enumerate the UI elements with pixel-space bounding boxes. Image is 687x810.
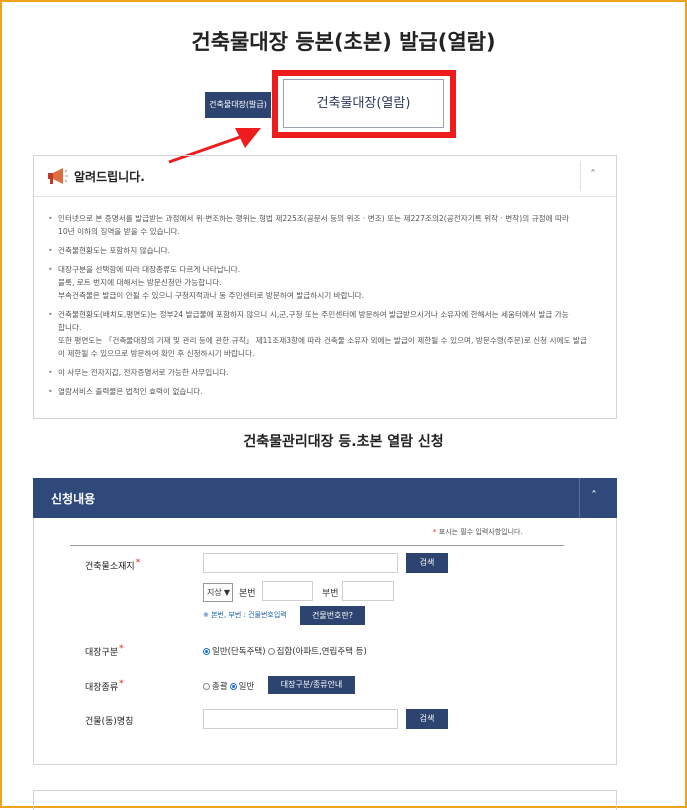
building-no-info-button[interactable]: 건물번호란? <box>300 606 365 625</box>
chevron-up-icon[interactable]: ˆ <box>590 168 596 182</box>
notice-text: 인터넷으로 본 증명서를 발급받는 과정에서 위·변조하는 행위는 형법 제22… <box>58 214 569 223</box>
page-title: 건축물대장 등본(초본) 발급(열람) <box>191 30 496 54</box>
notice-text: 10년 이하의 징역을 받을 수 있습니다. <box>58 227 180 236</box>
notice-text: 합니다. <box>58 323 82 332</box>
list-item: 열람서비스 출력물은 법적인 효력이 없습니다. <box>48 385 604 398</box>
notice-text: 이 사무는 전자지갑, 전자증명서로 가능한 사무입니다. <box>58 368 229 377</box>
radio-checked-icon <box>203 647 210 655</box>
register-kind-label: 대장종류* <box>85 679 124 693</box>
radio-unchecked-icon <box>203 682 210 690</box>
address-label: 건축물소재지* <box>85 558 141 572</box>
tab-issue[interactable]: 건축물대장(발급) <box>205 92 271 118</box>
next-section-box <box>33 790 617 810</box>
required-star: * <box>119 644 124 654</box>
panel-header[interactable]: 신청내용 ˆ <box>33 478 617 518</box>
address-input[interactable] <box>203 553 398 573</box>
notice-text: 건축물현황도(배치도,평면도)는 정부24 발급물에 포함하지 않으니 시,군,… <box>58 310 569 319</box>
notice-list: 인터넷으로 본 증명서를 발급받는 과정에서 위·변조하는 행위는 형법 제22… <box>48 212 604 404</box>
form-divider <box>70 545 564 546</box>
required-star: * <box>135 558 141 568</box>
radio-total[interactable]: 총괄 <box>203 680 228 692</box>
radio-general[interactable]: 일반(단독주택) <box>203 645 266 657</box>
notice-text: 블록, 로트 번지에 대해서는 방문신청만 가능합니다. <box>58 278 222 287</box>
register-type-label-text: 대장구분 <box>85 648 119 658</box>
register-guide-button[interactable]: 대장구분/종류안내 <box>268 676 355 694</box>
required-note-text: 표시는 필수 입력사항입니다. <box>436 528 523 536</box>
address-search-button[interactable]: 검색 <box>406 553 448 573</box>
required-star: * <box>119 679 124 689</box>
notice-text: 대장구분을 선택함에 따라 대장종류도 다르게 나타납니다. <box>58 265 241 274</box>
main-no-label: 본번 <box>239 589 256 599</box>
list-item: 건축물현황도(배치도,평면도)는 정부24 발급물에 포함하지 않으니 시,군,… <box>48 308 604 360</box>
divider <box>579 478 580 518</box>
main-no-input[interactable] <box>262 581 313 601</box>
notice-text: 건축물현황도는 포함하지 않습니다. <box>58 246 171 255</box>
building-name-input[interactable] <box>203 709 398 729</box>
radio-label: 집합(아파트,연립주택 등) <box>276 647 367 657</box>
land-type-select[interactable]: 지상 ▼ <box>203 583 233 602</box>
list-item: 인터넷으로 본 증명서를 발급받는 과정에서 위·변조하는 행위는 형법 제22… <box>48 212 604 238</box>
sub-no-input[interactable] <box>342 581 394 601</box>
notice-text: 부속건축물은 발급이 안될 수 있으니 구청지적과나 동 주민센터로 방문하여 … <box>58 291 364 300</box>
register-type-radios: 일반(단독주택) 집합(아파트,연립주택 등) <box>203 645 369 657</box>
radio-label: 일반(단독주택) <box>212 647 266 657</box>
notice-header[interactable]: 알려드립니다. ˆ <box>34 156 616 197</box>
tab-view[interactable]: 건축물대장(열람) <box>283 79 444 128</box>
radio-label: 일반 <box>238 682 255 692</box>
megaphone-icon <box>48 168 68 184</box>
required-note: * 표시는 필수 입력사항입니다. <box>433 527 523 537</box>
register-kind-label-text: 대장종류 <box>85 683 119 693</box>
chevron-down-icon: ▼ <box>223 588 230 597</box>
panel-title: 신청내용 <box>51 492 96 506</box>
list-item: 건축물현황도는 포함하지 않습니다. <box>48 244 604 257</box>
radio-label: 총괄 <box>212 682 228 692</box>
notice-text: 또한 평면도는 「건축물대장의 기재 및 관리 등에 관한 규칙」 제11조제3… <box>58 336 587 345</box>
chevron-up-icon[interactable]: ˆ <box>591 489 597 503</box>
notice-title: 알려드립니다. <box>74 170 145 184</box>
list-item: 이 사무는 전자지갑, 전자증명서로 가능한 사무입니다. <box>48 366 604 379</box>
address-label-text: 건축물소재지 <box>85 562 135 572</box>
building-name-label: 건물(동)명칭 <box>85 717 134 727</box>
radio-collective[interactable]: 집합(아파트,연립주택 등) <box>267 645 367 657</box>
divider <box>580 161 581 191</box>
list-item: 대장구분을 선택함에 따라 대장종류도 다르게 나타납니다. 블록, 로트 번지… <box>48 263 604 302</box>
radio-checked-icon <box>229 682 237 690</box>
sub-no-label: 부번 <box>322 589 339 599</box>
building-name-search-button[interactable]: 검색 <box>406 709 448 729</box>
notice-text: 열람서비스 출력물은 법적인 효력이 없습니다. <box>58 387 203 396</box>
building-no-hint: ※ 본번, 부번 : 건물번호입력 <box>203 611 287 619</box>
notice-box: 알려드립니다. ˆ 인터넷으로 본 증명서를 발급받는 과정에서 위·변조하는 … <box>33 155 617 419</box>
register-type-label: 대장구분* <box>85 644 124 658</box>
register-kind-radios: 총괄 일반 <box>203 680 256 692</box>
radio-unchecked-icon <box>267 647 275 655</box>
section-title: 건축물관리대장 등.초본 열람 신청 <box>243 434 444 450</box>
notice-text: 이 제한될 수 있으므로 방문하여 확인 후 신청하시기 바랍니다. <box>58 349 255 358</box>
land-type-value: 지상 <box>207 588 222 597</box>
radio-normal[interactable]: 일반 <box>229 680 255 692</box>
